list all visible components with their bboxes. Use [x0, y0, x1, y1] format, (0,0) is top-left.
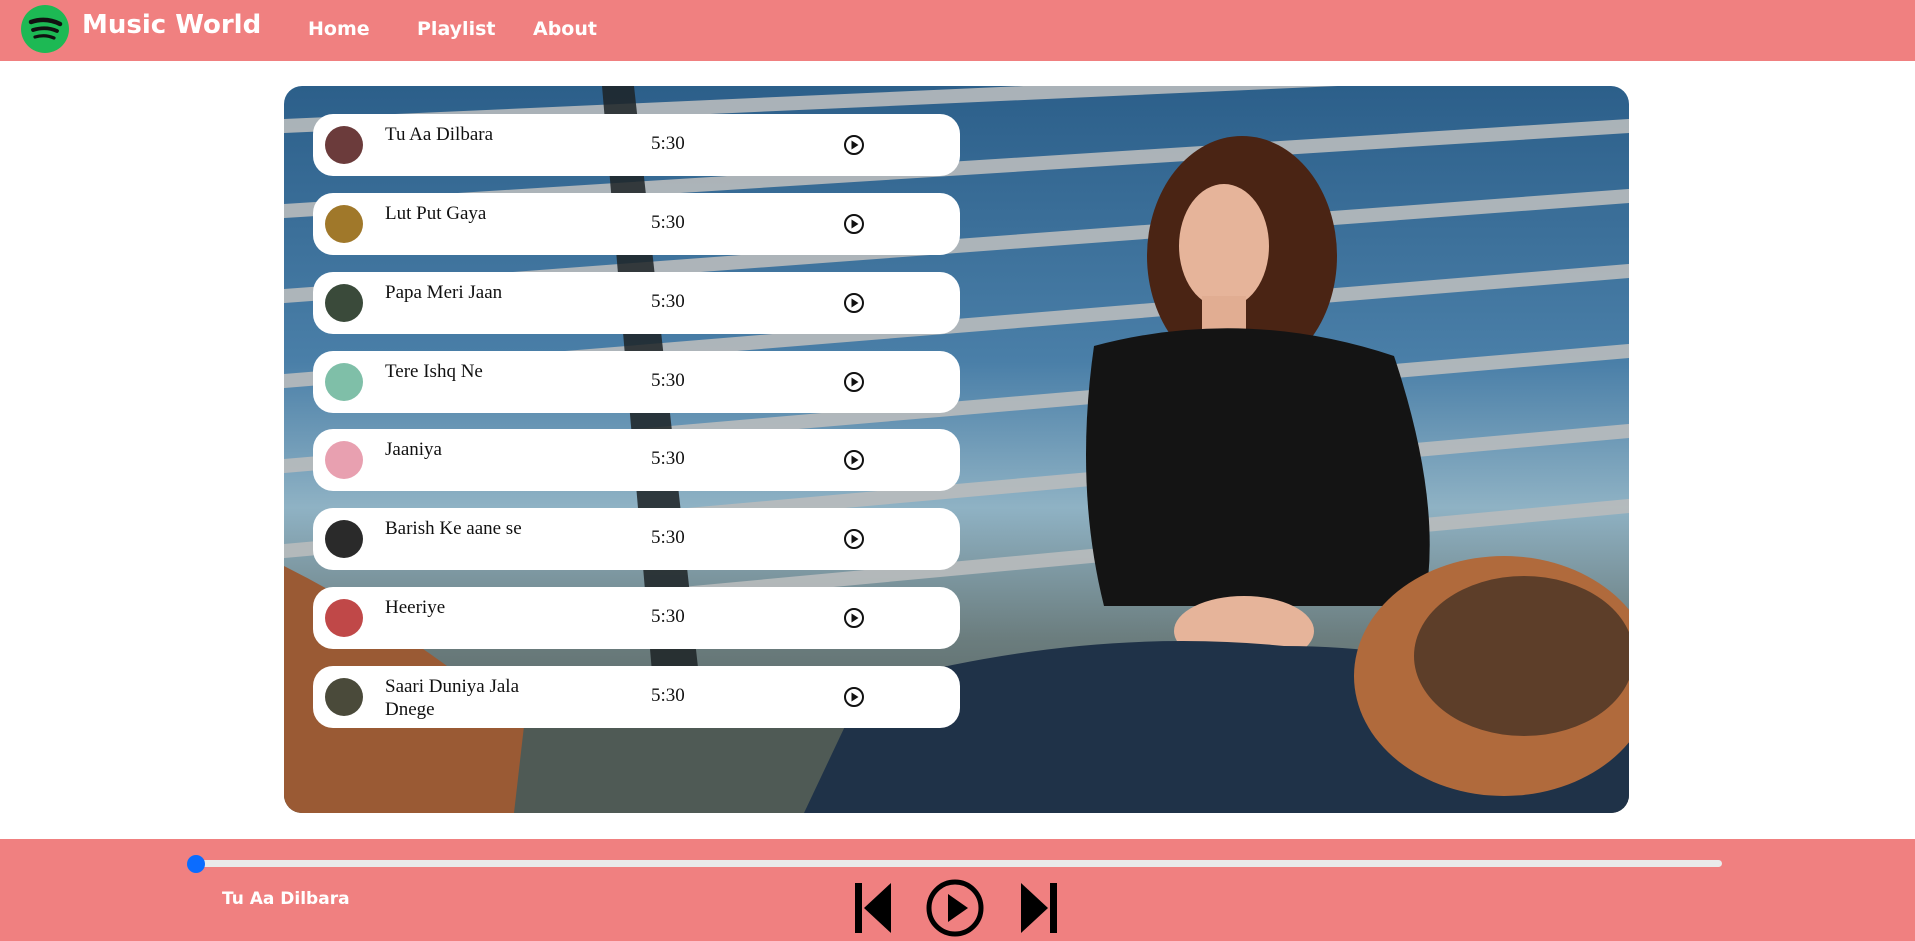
song-duration: 5:30: [651, 527, 685, 548]
song-item[interactable]: Tu Aa Dilbara 5:30: [313, 114, 960, 176]
nav-playlist-link[interactable]: Playlist: [417, 18, 495, 40]
song-item[interactable]: Saari Duniya Jala Dnege 5:30: [313, 666, 960, 728]
player-bar: Tu Aa Dilbara: [0, 839, 1915, 941]
next-icon[interactable]: [1019, 881, 1057, 935]
nav-about-link[interactable]: About: [533, 18, 597, 40]
progress-bar[interactable]: [187, 855, 1722, 873]
song-duration: 5:30: [651, 212, 685, 233]
song-cover-image: [325, 363, 363, 401]
song-list-container: Tu Aa Dilbara 5:30 Lut Put Gaya 5:30 Pap…: [284, 86, 1629, 813]
song-cover-image: [325, 441, 363, 479]
play-circle-icon[interactable]: [843, 686, 865, 708]
song-title: Tu Aa Dilbara: [385, 124, 494, 145]
song-title: Papa Meri Jaan: [385, 282, 503, 303]
play-circle-icon[interactable]: [843, 134, 865, 156]
song-item[interactable]: Heeriye 5:30: [313, 587, 960, 649]
song-title: Jaaniya: [385, 439, 442, 460]
spotify-logo-icon[interactable]: [20, 4, 70, 54]
song-cover-image: [325, 678, 363, 716]
play-circle-icon[interactable]: [843, 528, 865, 550]
song-item[interactable]: Tere Ishq Ne 5:30: [313, 351, 960, 413]
song-item[interactable]: Barish Ke aane se 5:30: [313, 508, 960, 570]
song-item[interactable]: Jaaniya 5:30: [313, 429, 960, 491]
progress-thumb[interactable]: [187, 855, 205, 873]
song-duration: 5:30: [651, 448, 685, 469]
song-cover-image: [325, 284, 363, 322]
nav-home-link[interactable]: Home: [308, 18, 370, 40]
song-title: Lut Put Gaya: [385, 203, 487, 224]
song-title: Barish Ke aane se: [385, 518, 522, 539]
previous-icon[interactable]: [855, 881, 893, 935]
song-duration: 5:30: [651, 685, 685, 706]
song-duration: 5:30: [651, 606, 685, 627]
play-circle-icon[interactable]: [843, 292, 865, 314]
song-duration: 5:30: [651, 133, 685, 154]
song-duration: 5:30: [651, 370, 685, 391]
play-circle-icon[interactable]: [926, 879, 984, 937]
song-cover-image: [325, 205, 363, 243]
play-circle-icon[interactable]: [843, 213, 865, 235]
song-cover-image: [325, 126, 363, 164]
play-circle-icon[interactable]: [843, 607, 865, 629]
song-item[interactable]: Lut Put Gaya 5:30: [313, 193, 960, 255]
play-circle-icon[interactable]: [843, 371, 865, 393]
song-title: Tere Ishq Ne: [385, 361, 483, 382]
brand-title: Music World: [82, 10, 262, 40]
navbar: Music World Home Playlist About: [0, 0, 1915, 61]
song-cover-image: [325, 520, 363, 558]
play-circle-icon[interactable]: [843, 449, 865, 471]
now-playing-title: Tu Aa Dilbara: [222, 889, 350, 909]
song-item[interactable]: Papa Meri Jaan 5:30: [313, 272, 960, 334]
song-duration: 5:30: [651, 291, 685, 312]
song-cover-image: [325, 599, 363, 637]
song-title: Saari Duniya Jala Dnege: [385, 676, 520, 720]
song-title: Heeriye: [385, 597, 446, 618]
